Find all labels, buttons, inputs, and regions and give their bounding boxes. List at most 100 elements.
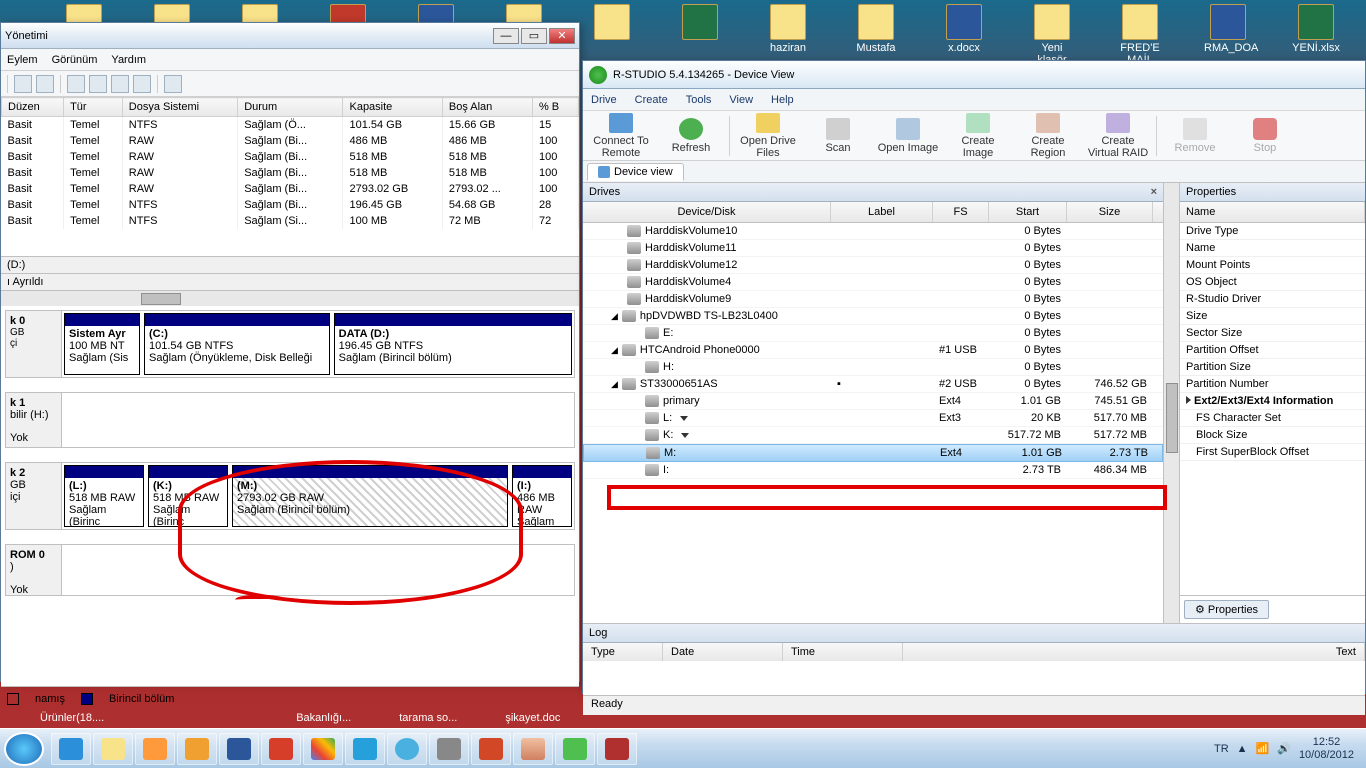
tray-network-icon[interactable]: 📶	[1256, 742, 1270, 755]
taskbar-item[interactable]	[387, 733, 427, 765]
volume-row[interactable]: BasitTemelRAWSağlam (Bi...518 MB518 MB10…	[2, 165, 579, 181]
drive-row[interactable]: ◢ HTCAndroid Phone0000#1 USB0 Bytes	[583, 342, 1163, 359]
toolbar-button[interactable]	[89, 75, 107, 93]
property-row[interactable]: First SuperBlock Offset	[1180, 444, 1365, 461]
titlebar[interactable]: Yönetimi — ▭ ✕	[1, 23, 579, 49]
taskbar-item[interactable]	[51, 733, 91, 765]
vertical-scrollbar[interactable]	[1163, 183, 1179, 623]
taskbar-item[interactable]	[555, 733, 595, 765]
volume-row[interactable]: BasitTemelRAWSağlam (Bi...518 MB518 MB10…	[2, 149, 579, 165]
property-row[interactable]: R-Studio Driver	[1180, 291, 1365, 308]
property-row[interactable]: FS Character Set	[1180, 410, 1365, 427]
taskbar-item[interactable]	[261, 733, 301, 765]
col-status[interactable]: Durum	[238, 98, 343, 117]
menu-view[interactable]: Görünüm	[52, 54, 98, 66]
log-columns[interactable]: Type Date Time Text	[583, 643, 1365, 661]
partition-m[interactable]: (M:)2793.02 GB RAWSağlam (Birincil bölüm…	[232, 465, 508, 527]
property-row[interactable]: Block Size	[1180, 427, 1365, 444]
property-row[interactable]: OS Object	[1180, 274, 1365, 291]
taskbar-item[interactable]	[93, 733, 133, 765]
taskbar-item[interactable]	[513, 733, 553, 765]
taskbar-item[interactable]	[135, 733, 175, 765]
tab-device-view[interactable]: Device view	[587, 163, 684, 181]
col-layout[interactable]: Düzen	[2, 98, 64, 117]
clock-time[interactable]: 12:52	[1299, 736, 1354, 748]
create-virtual-raid-button[interactable]: Create Virtual RAID	[1086, 113, 1150, 159]
property-row[interactable]: Partition Offset	[1180, 342, 1365, 359]
property-row[interactable]: Drive Type	[1180, 223, 1365, 240]
property-row[interactable]: Partition Number	[1180, 376, 1365, 393]
disk-row-0[interactable]: k 0GBçi Sistem Ayr100 MB NTSağlam (Sis (…	[5, 310, 575, 378]
drive-row[interactable]: ◢ hpDVDWBD TS-LB23L04000 Bytes	[583, 308, 1163, 325]
col-free[interactable]: Boş Alan	[442, 98, 532, 117]
disk-row-1[interactable]: k 1bilir (H:)Yok	[5, 392, 575, 448]
scan-button[interactable]: Scan	[806, 113, 870, 159]
drive-row[interactable]: HarddiskVolume120 Bytes	[583, 257, 1163, 274]
horizontal-scrollbar[interactable]	[1, 290, 579, 306]
col-device[interactable]: Device/Disk	[583, 202, 831, 222]
property-row[interactable]: Size	[1180, 308, 1365, 325]
dropdown-icon[interactable]	[681, 433, 689, 438]
drives-header[interactable]: Drives×	[583, 183, 1163, 202]
drive-row[interactable]: I:2.73 TB486.34 MB	[583, 462, 1163, 479]
toolbar-button[interactable]	[67, 75, 85, 93]
drive-row[interactable]: primaryExt41.01 GB745.51 GB	[583, 393, 1163, 410]
volume-row[interactable]: BasitTemelRAWSağlam (Bi...486 MB486 MB10…	[2, 133, 579, 149]
volume-row[interactable]: BasitTemelNTFSSağlam (Ö...101.54 GB15.66…	[2, 117, 579, 134]
col-pct[interactable]: % B	[532, 98, 578, 117]
property-row[interactable]: Mount Points	[1180, 257, 1365, 274]
toolbar-button[interactable]	[36, 75, 54, 93]
property-row[interactable]: Name	[1180, 240, 1365, 257]
taskbar-item[interactable]	[429, 733, 469, 765]
menu-help[interactable]: Help	[771, 94, 794, 106]
col-size[interactable]: Size	[1067, 202, 1153, 222]
toolbar-button[interactable]	[133, 75, 151, 93]
col-fs[interactable]: Dosya Sistemi	[122, 98, 237, 117]
tray-flag-icon[interactable]: ▲	[1237, 743, 1248, 755]
toolbar-button[interactable]	[164, 75, 182, 93]
disk-row-rom[interactable]: ROM 0)Yok	[5, 544, 575, 596]
volume-row[interactable]: BasitTemelRAWSağlam (Bi...2793.02 GB2793…	[2, 181, 579, 197]
property-row[interactable]: Sector Size	[1180, 325, 1365, 342]
desktop-icon[interactable]	[588, 4, 636, 64]
desktop-icon[interactable]: FRED'E MAİL	[1116, 4, 1164, 64]
dropdown-icon[interactable]	[680, 416, 688, 421]
close-panel-icon[interactable]: ×	[1151, 186, 1157, 198]
taskbar-item[interactable]	[177, 733, 217, 765]
tray-volume-icon[interactable]: 🔊	[1277, 742, 1291, 755]
toolbar-button[interactable]	[111, 75, 129, 93]
property-list[interactable]: Drive TypeNameMount PointsOS ObjectR-Stu…	[1180, 223, 1365, 393]
volume-row[interactable]: BasitTemelNTFSSağlam (Bi...196.45 GB54.6…	[2, 197, 579, 213]
col-start[interactable]: Start	[989, 202, 1067, 222]
partition-l[interactable]: (L:)518 MB RAWSağlam (Birinc	[64, 465, 144, 527]
clock-date[interactable]: 10/08/2012	[1299, 749, 1354, 761]
open-image-button[interactable]: Open Image	[876, 113, 940, 159]
drive-row[interactable]: L:Ext320 KB517.70 MB	[583, 410, 1163, 427]
minimize-button[interactable]: —	[493, 28, 519, 44]
partition-system[interactable]: Sistem Ayr100 MB NTSağlam (Sis	[64, 313, 140, 375]
drive-row[interactable]: HarddiskVolume110 Bytes	[583, 240, 1163, 257]
close-button[interactable]: ✕	[549, 28, 575, 44]
menu-view[interactable]: View	[729, 94, 753, 106]
taskbar-item[interactable]	[597, 733, 637, 765]
menu-tools[interactable]: Tools	[686, 94, 712, 106]
desktop-icon[interactable]: Yeni klasör	[1028, 4, 1076, 64]
col-label[interactable]: Label	[831, 202, 933, 222]
drive-row[interactable]: HarddiskVolume100 Bytes	[583, 223, 1163, 240]
drive-row[interactable]: HarddiskVolume90 Bytes	[583, 291, 1163, 308]
property-section[interactable]: Ext2/Ext3/Ext4 Information	[1180, 393, 1365, 410]
col-capacity[interactable]: Kapasite	[343, 98, 442, 117]
drive-row[interactable]: H:0 Bytes	[583, 359, 1163, 376]
partition-d[interactable]: DATA (D:)196.45 GB NTFSSağlam (Birincil …	[334, 313, 572, 375]
property-row[interactable]: Partition Size	[1180, 359, 1365, 376]
volume-table[interactable]: Düzen Tür Dosya Sistemi Durum Kapasite B…	[1, 97, 579, 257]
properties-tab-button[interactable]: ⚙ Properties	[1184, 600, 1269, 619]
menu-action[interactable]: Eylem	[7, 54, 38, 66]
desktop-icon[interactable]	[676, 4, 724, 64]
col-type[interactable]: Tür	[64, 98, 123, 117]
drives-columns[interactable]: Device/Disk Label FS Start Size	[583, 202, 1163, 223]
partition-i[interactable]: (I:)486 MB RAWSağlam (Birinc	[512, 465, 572, 527]
drive-row[interactable]: M:Ext41.01 GB2.73 TB	[583, 444, 1163, 462]
desktop-icon[interactable]: YENİ.xlsx	[1292, 4, 1340, 64]
taskbar-item[interactable]	[345, 733, 385, 765]
